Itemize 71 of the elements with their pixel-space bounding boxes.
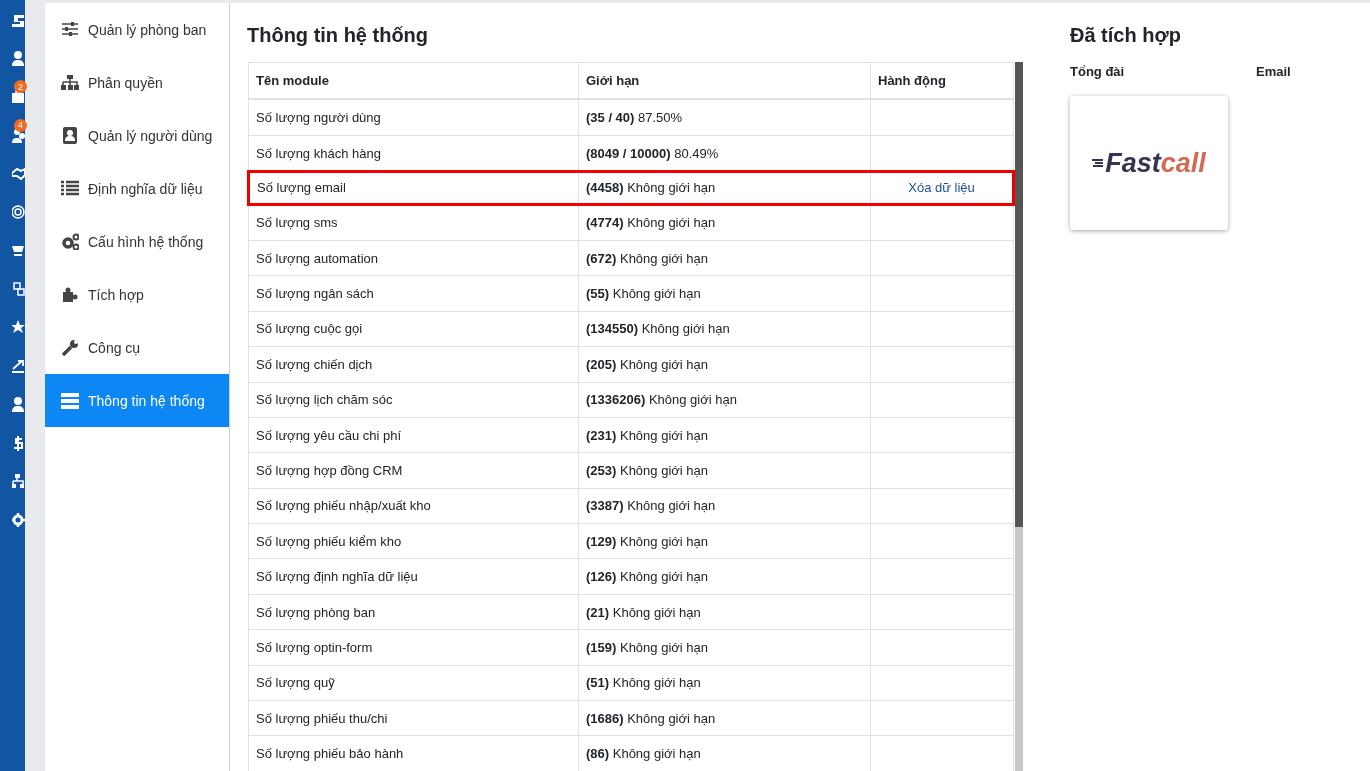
page-title: Thông tin hệ thống — [247, 24, 430, 47]
table-cell: (253) Không giới hạn — [578, 452, 871, 489]
sidebar-item[interactable]: Định nghĩa dữ liệu — [45, 162, 229, 215]
column-header: Giới hạn — [578, 62, 871, 100]
table-cell: Số lượng phòng ban — [248, 594, 579, 630]
table-cell: (205) Không giới hạn — [578, 346, 871, 383]
sidebar-item[interactable]: Phân quyền — [45, 56, 229, 109]
column-header: Tên module — [248, 62, 579, 100]
sidebar-item[interactable]: Cấu hình hệ thống — [45, 215, 229, 268]
group-label: Tổng đài — [1070, 64, 1125, 79]
star-icon[interactable] — [12, 319, 25, 336]
table-cell: Số lượng cuộc gọi — [248, 311, 579, 347]
table-cell: Số lượng ngân sách — [248, 275, 579, 312]
table-cell: (672) Không giới hạn — [578, 240, 871, 276]
table-cell: Số lượng automation — [248, 240, 579, 276]
puzzle-icon — [61, 286, 79, 303]
sidebar-item[interactable]: Quản lý phòng ban — [45, 3, 229, 56]
table-cell: Số lượng yêu cầu chi phí — [248, 417, 579, 453]
table-cell: Số lượng chiến dịch — [248, 346, 579, 383]
list-icon — [61, 180, 79, 197]
table-cell: (129) Không giới hạn — [578, 523, 871, 559]
notification-badge: 2 — [14, 80, 27, 93]
boxes-icon[interactable] — [12, 280, 25, 297]
sidebar-item[interactable]: Tích hợp — [45, 268, 229, 321]
table-cell: (35 / 40) 87.50% — [578, 99, 871, 136]
table-cell: Số lượng phiếu thu/chi — [248, 700, 579, 736]
table-cell: Số lượng định nghĩa dữ liệu — [248, 559, 579, 595]
table-cell: Số lượng hợp đồng CRM — [248, 452, 579, 489]
table-cell: (4774) Không giới hạn — [578, 204, 871, 241]
table-cell: (134550) Không giới hạn — [578, 311, 871, 347]
server-icon — [61, 392, 79, 409]
table-cell: Số lượng sms — [248, 204, 579, 241]
table-cell: Số lượng email — [248, 171, 579, 205]
chart-icon[interactable] — [12, 357, 25, 374]
section-title: Đã tích hợp — [1070, 24, 1182, 47]
table-cell: (21) Không giới hạn — [578, 594, 871, 630]
sidebar-item[interactable]: Công cụ — [45, 321, 229, 374]
table-cell: (1686) Không giới hạn — [578, 700, 871, 736]
table-cell: (1336206) Không giới hạn — [578, 382, 871, 418]
sitemap-icon — [61, 74, 79, 91]
table-cell: Số lượng người dùng — [248, 99, 579, 136]
table-cell: Số lượng optin-form — [248, 629, 579, 666]
table-cell: (4458) Không giới hạn — [578, 171, 871, 205]
target-icon[interactable] — [12, 203, 25, 220]
table-cell: (126) Không giới hạn — [578, 559, 871, 595]
fastcall-logo: Fastcall — [1092, 147, 1206, 179]
sidebar-item[interactable]: Thông tin hệ thống — [45, 374, 229, 427]
wrench-icon — [61, 339, 79, 356]
table-cell: Số lượng phiếu bảo hành — [248, 735, 579, 771]
table-cell: Số lượng quỹ — [248, 665, 579, 701]
table-cell: (231) Không giới hạn — [578, 417, 871, 453]
column-header: Hành động — [870, 62, 1014, 100]
scrollbar[interactable] — [1015, 62, 1023, 771]
table-cell: Số lượng phiếu kiểm kho — [248, 523, 579, 559]
contact-icon — [61, 127, 79, 144]
table-cell: (55) Không giới hạn — [578, 275, 871, 312]
user-icon[interactable] — [12, 49, 25, 66]
integration-card[interactable]: Fastcall — [1070, 96, 1228, 230]
sliders-icon — [61, 21, 79, 38]
table-cell: (51) Không giới hạn — [578, 665, 871, 701]
group-label: Email — [1256, 64, 1291, 79]
table-cell: Số lượng lịch chăm sóc — [248, 382, 579, 418]
dollar-icon[interactable] — [12, 434, 25, 451]
table-cell: (3387) Không giới hạn — [578, 488, 871, 524]
table-cell: Số lượng khách hàng — [248, 135, 579, 172]
table-cell: (159) Không giới hạn — [578, 629, 871, 666]
table-cell: Số lượng phiếu nhập/xuất kho — [248, 488, 579, 524]
notification-badge: 4 — [14, 118, 27, 132]
sidebar-item[interactable]: Quản lý người dùng — [45, 109, 229, 162]
user-icon[interactable] — [12, 396, 25, 413]
sitemap-icon[interactable] — [12, 473, 25, 490]
